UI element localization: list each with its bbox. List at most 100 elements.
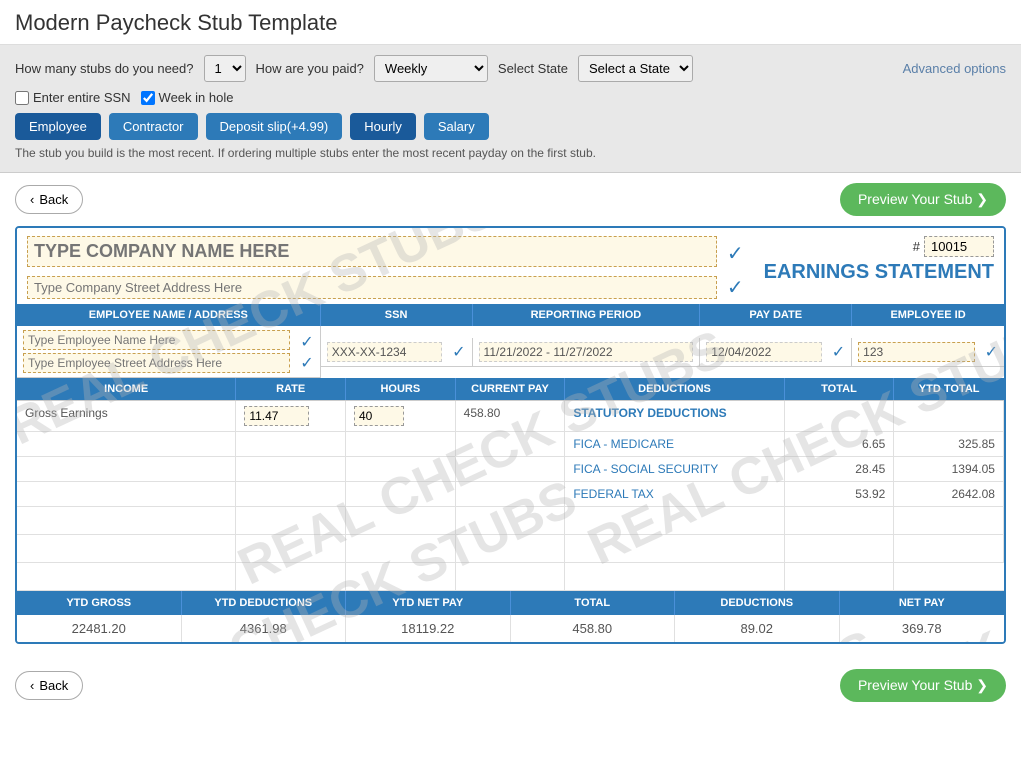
row4-income-empty (17, 482, 236, 507)
pay-date-checkmark: ✓ (832, 342, 845, 362)
row2-hours-empty (346, 432, 456, 457)
employee-info-header: EMPLOYEE NAME / ADDRESS SSN REPORTING PE… (17, 304, 1004, 326)
ei-header-paydate: PAY DATE (700, 304, 852, 326)
fica-ss-total: 28.45 (785, 457, 895, 482)
check-number-input[interactable] (924, 236, 994, 257)
info-text: The stub you build is the most recent. I… (15, 140, 1006, 162)
footer-header-ytd-gross: YTD GROSS (17, 591, 182, 615)
stat-ded-ytd-empty (894, 401, 1004, 432)
fica-medicare-label: FICA - MEDICARE (565, 432, 784, 457)
spacer2-4 (456, 535, 566, 563)
stub-header: ✓ ✓ # EARNINGS STATEMENT (17, 228, 1004, 304)
gross-earnings-label: Gross Earnings (17, 401, 236, 432)
bottom-preview-button[interactable]: Preview Your Stub ❯ (840, 669, 1006, 702)
spacer3-3 (346, 563, 456, 591)
footer-header-total: TOTAL (511, 591, 676, 615)
company-addr-input[interactable] (27, 276, 717, 299)
spacer3-4 (456, 563, 566, 591)
hourly-button[interactable]: Hourly (350, 113, 416, 140)
state-select[interactable]: Select a State (578, 55, 693, 82)
company-name-input[interactable] (27, 236, 717, 267)
spacer3-6 (785, 563, 895, 591)
row3-rate-empty (236, 457, 346, 482)
income-data-grid: Gross Earnings 458.80 STATUTORY DEDUCTIO… (17, 400, 1004, 591)
employee-data-row: ✓ ✓ ✓ ✓ ✓ (17, 326, 1004, 378)
employee-name-input[interactable] (23, 330, 290, 350)
reporting-period-input[interactable] (479, 342, 694, 362)
footer-total-value: 458.80 (511, 615, 676, 642)
preview-chevron-icon: ❯ (976, 191, 988, 207)
income-table-header: INCOME RATE HOURS CURRENT PAY DEDUCTIONS… (17, 378, 1004, 400)
spacer1-1 (17, 507, 236, 535)
federal-tax-total: 53.92 (785, 482, 895, 507)
row2-income-empty (17, 432, 236, 457)
footer-data-row: 22481.20 4361.98 18119.22 458.80 89.02 3… (17, 615, 1004, 642)
row3-hours-empty (346, 457, 456, 482)
ih-deductions: DEDUCTIONS (565, 378, 784, 400)
advanced-options-link[interactable]: Advanced options (903, 61, 1006, 76)
company-addr-checkmark: ✓ (727, 275, 744, 300)
fica-ss-ytd: 1394.05 (894, 457, 1004, 482)
stub-wrapper: REAL CHECK STUBS REAL CHECK STUBS REAL C… (15, 226, 1006, 644)
footer-header-row: YTD GROSS YTD DEDUCTIONS YTD NET PAY TOT… (17, 591, 1004, 615)
row2-rate-empty (236, 432, 346, 457)
stubs-select[interactable]: 12345 (204, 55, 246, 82)
ih-income: INCOME (17, 378, 236, 400)
back-chevron-icon: ‹ (30, 192, 34, 207)
spacer2-7 (894, 535, 1004, 563)
hours-cell (346, 401, 456, 432)
ssn-checkbox[interactable] (15, 91, 29, 105)
ih-ytd-total: YTD TOTAL (894, 378, 1004, 400)
contractor-button[interactable]: Contractor (109, 113, 198, 140)
row4-hours-empty (346, 482, 456, 507)
rate-cell (236, 401, 346, 432)
footer-ytd-ded-value: 4361.98 (182, 615, 347, 642)
week-hole-checkbox[interactable] (141, 91, 155, 105)
employee-id-input[interactable] (858, 342, 974, 362)
state-label: Select State (498, 61, 568, 76)
fica-medicare-ytd: 325.85 (894, 432, 1004, 457)
pay-date-cell: ✓ (700, 338, 852, 367)
week-hole-checkbox-label[interactable]: Week in hole (141, 90, 234, 105)
ssn-input[interactable] (327, 342, 442, 362)
spacer2-3 (346, 535, 456, 563)
footer-net-pay-value: 369.78 (840, 615, 1005, 642)
ssn-checkbox-label[interactable]: Enter entire SSN (15, 90, 131, 105)
page-title: Modern Paycheck Stub Template (0, 0, 1021, 45)
salary-button[interactable]: Salary (424, 113, 489, 140)
spacer2-1 (17, 535, 236, 563)
top-back-button[interactable]: ‹ Back (15, 185, 83, 214)
row2-current-empty (456, 432, 566, 457)
row4-rate-empty (236, 482, 346, 507)
top-preview-button[interactable]: Preview Your Stub ❯ (840, 183, 1006, 216)
ei-header-empid: EMPLOYEE ID (852, 304, 1004, 326)
bottom-back-button-label: Back (39, 678, 68, 693)
paid-select[interactable]: WeeklyBi-WeeklySemi-MonthlyMonthly (374, 55, 488, 82)
deposit-slip-button[interactable]: Deposit slip(+4.99) (206, 113, 343, 140)
hours-input[interactable] (354, 406, 404, 426)
ih-current-pay: CURRENT PAY (456, 378, 566, 400)
ei-header-period: REPORTING PERIOD (473, 304, 701, 326)
spacer1-3 (346, 507, 456, 535)
paid-label: How are you paid? (256, 61, 364, 76)
row3-current-empty (456, 457, 566, 482)
ei-header-name: EMPLOYEE NAME / ADDRESS (17, 304, 321, 326)
controls-bar: How many stubs do you need? 12345 How ar… (0, 45, 1021, 173)
employee-addr-input[interactable] (23, 353, 290, 373)
employee-name-cell: ✓ ✓ (17, 326, 321, 378)
employee-id-cell: ✓ (852, 338, 1004, 367)
emp-id-checkmark: ✓ (985, 342, 998, 362)
spacer3-5 (565, 563, 784, 591)
ih-total: TOTAL (785, 378, 895, 400)
footer-header-ytd-ded: YTD DEDUCTIONS (182, 591, 347, 615)
employee-button[interactable]: Employee (15, 113, 101, 140)
pay-date-input[interactable] (706, 342, 821, 362)
spacer1-2 (236, 507, 346, 535)
ssn-cell: ✓ (321, 338, 473, 367)
rate-input[interactable] (244, 406, 309, 426)
spacer2-6 (785, 535, 895, 563)
bottom-back-button[interactable]: ‹ Back (15, 671, 83, 700)
federal-tax-label: FEDERAL TAX (565, 482, 784, 507)
check-number-hash: # (913, 239, 920, 254)
bottom-preview-chevron-icon: ❯ (976, 677, 988, 693)
